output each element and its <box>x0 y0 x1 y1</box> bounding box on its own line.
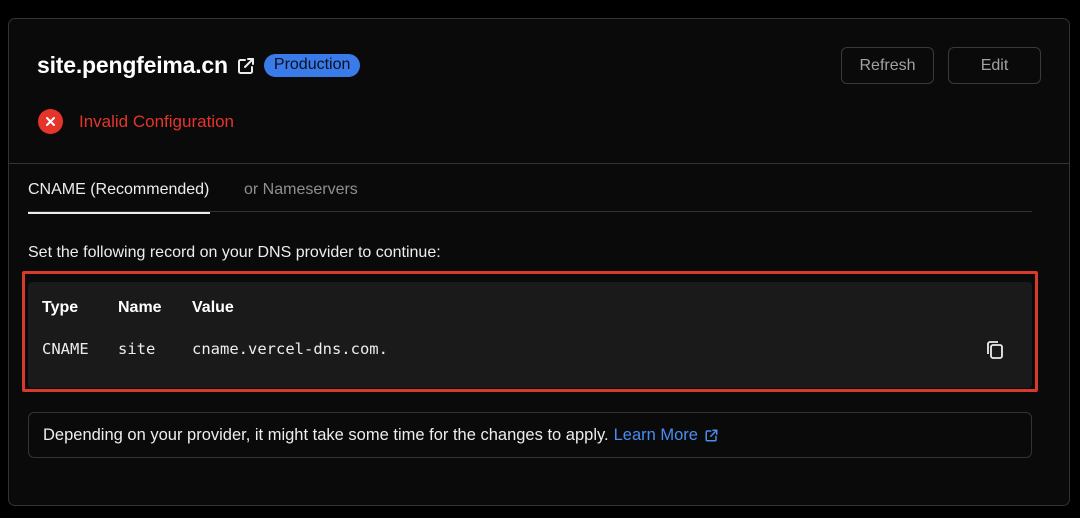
propagation-note: Depending on your provider, it might tak… <box>28 412 1032 458</box>
divider <box>9 163 1069 164</box>
domain-row: site.pengfeima.cn Production <box>37 52 361 79</box>
record-name: site <box>118 340 156 358</box>
status-row: Invalid Configuration <box>38 109 234 134</box>
record-value: cname.vercel-dns.com. <box>192 340 388 358</box>
external-link-icon <box>705 429 718 441</box>
environment-badge: Production <box>263 54 361 77</box>
header-name: Name <box>118 299 162 316</box>
record-type: CNAME <box>42 340 89 358</box>
dns-record-table <box>28 282 1032 388</box>
header-value: Value <box>192 299 234 316</box>
status-text: Invalid Configuration <box>79 111 234 131</box>
refresh-button[interactable]: Refresh <box>841 47 934 84</box>
tab-cname[interactable]: CNAME (Recommended) <box>28 181 211 214</box>
edit-button[interactable]: Edit <box>948 47 1041 84</box>
copy-icon[interactable] <box>985 339 1005 366</box>
external-link-icon[interactable] <box>236 56 256 76</box>
note-text: Depending on your provider, it might tak… <box>43 425 609 444</box>
record-tabs: CNAME (Recommended) or Nameservers <box>28 181 1032 214</box>
tab-nameservers[interactable]: or Nameservers <box>244 181 358 212</box>
instructions-text: Set the following record on your DNS pro… <box>28 244 441 261</box>
learn-more-link[interactable]: Learn More <box>614 426 719 445</box>
domain-name[interactable]: site.pengfeima.cn <box>37 52 228 79</box>
learn-more-label: Learn More <box>613 425 698 444</box>
error-x-icon <box>38 109 63 134</box>
header-type: Type <box>42 299 79 316</box>
domain-header: site.pengfeima.cn Production Refresh Edi… <box>9 19 1069 164</box>
